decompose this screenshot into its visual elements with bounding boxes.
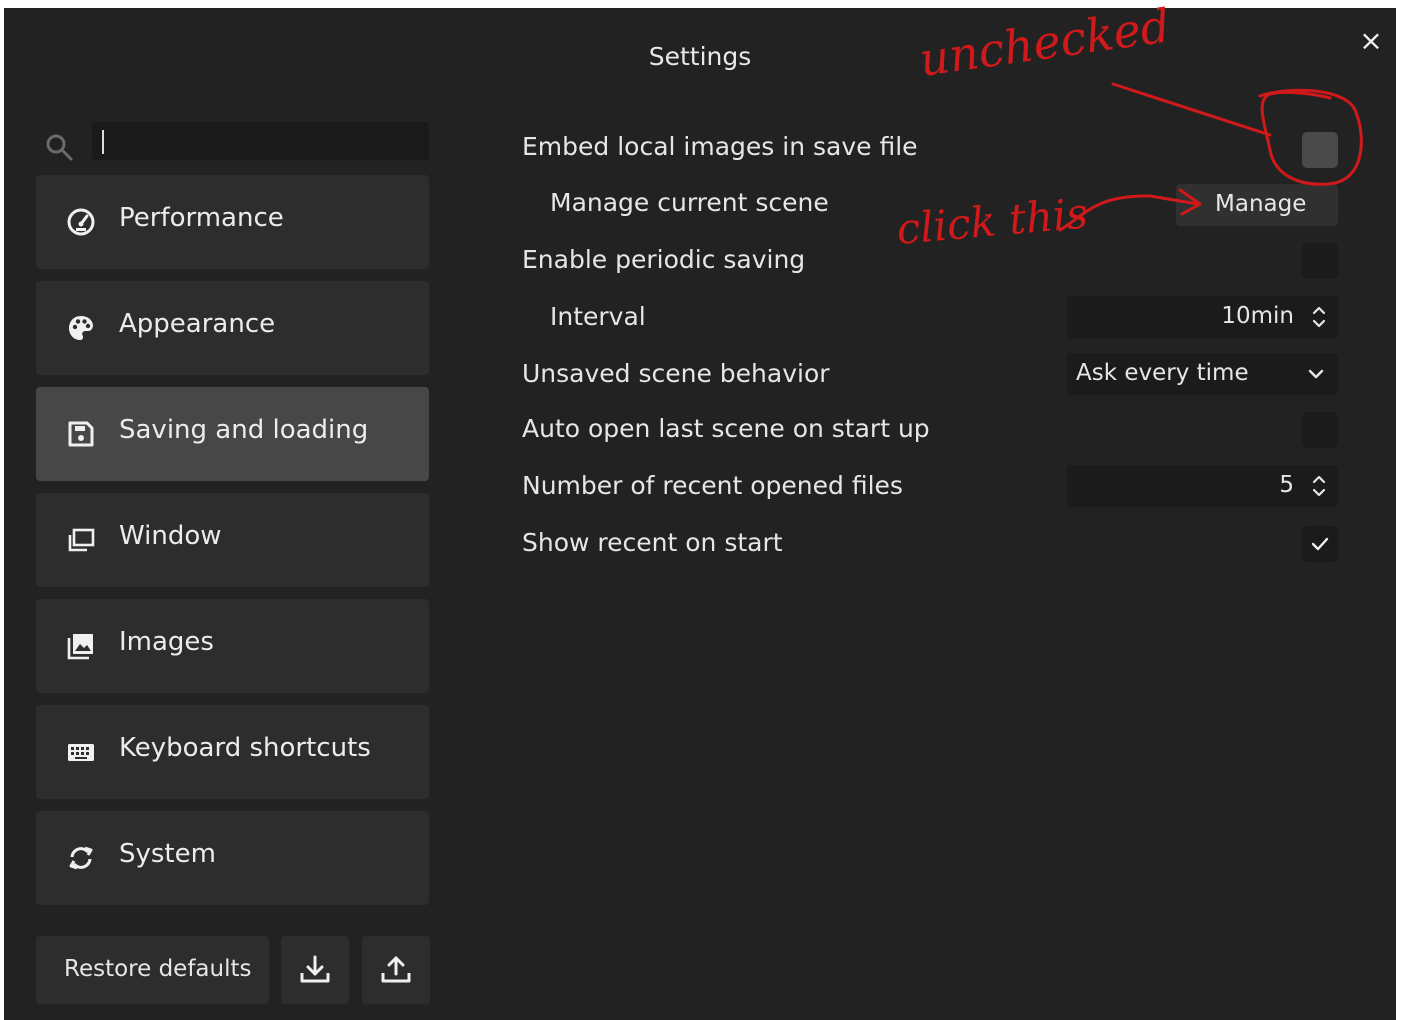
close-button[interactable]: × [1356, 26, 1386, 56]
spinner-arrows-icon[interactable] [1310, 302, 1328, 332]
window-icon [68, 528, 95, 552]
periodic-saving-label: Enable periodic saving [522, 245, 806, 274]
interval-value: 10min [1221, 303, 1294, 329]
images-icon [67, 634, 93, 660]
dialog-title: Settings [648, 42, 752, 71]
save-icon [68, 421, 94, 447]
settings-dialog: Settings × Performance Appearance Saving… [4, 8, 1396, 1020]
unsaved-behavior-select[interactable]: Ask every time [1067, 353, 1338, 395]
sidebar-item-label: Performance [119, 203, 284, 233]
interval-spinbox[interactable]: 10min [1067, 296, 1338, 338]
periodic-saving-checkbox[interactable] [1302, 243, 1338, 279]
sidebar-item-keyboard-shortcuts[interactable]: Keyboard shortcuts [36, 705, 429, 799]
restore-defaults-label: Restore defaults [64, 956, 252, 982]
import-button[interactable] [281, 936, 349, 1004]
recent-files-label: Number of recent opened files [522, 471, 903, 500]
keyboard-icon [68, 744, 94, 761]
show-recent-label: Show recent on start [522, 528, 783, 557]
sidebar-item-system[interactable]: System [36, 811, 429, 905]
manage-button-label: Manage [1215, 191, 1307, 217]
search-icon [46, 134, 73, 161]
spinner-arrows-icon[interactable] [1310, 471, 1328, 501]
sidebar-item-label: Images [119, 627, 214, 657]
recent-files-value: 5 [1279, 472, 1294, 498]
download-icon [300, 955, 330, 983]
interval-label: Interval [550, 302, 646, 331]
chevron-down-icon [1308, 369, 1324, 379]
auto-open-label: Auto open last scene on start up [522, 414, 930, 443]
sidebar-item-saving-and-loading[interactable]: Saving and loading [36, 387, 429, 481]
palette-icon [69, 316, 93, 340]
auto-open-checkbox[interactable] [1302, 412, 1338, 448]
sidebar-item-appearance[interactable]: Appearance [36, 281, 429, 375]
embed-images-checkbox[interactable] [1302, 132, 1338, 168]
manage-button[interactable]: Manage [1176, 184, 1338, 226]
gauge-icon [67, 208, 95, 236]
checkmark-icon [1311, 537, 1329, 551]
sidebar-item-performance[interactable]: Performance [36, 175, 429, 269]
sidebar-item-window[interactable]: Window [36, 493, 429, 587]
export-button[interactable] [362, 936, 430, 1004]
manage-scene-label: Manage current scene [550, 188, 829, 217]
sidebar-item-images[interactable]: Images [36, 599, 429, 693]
recent-files-spinbox[interactable]: 5 [1067, 465, 1338, 507]
sidebar-item-label: System [119, 839, 216, 869]
sidebar-item-label: Appearance [119, 309, 276, 339]
unsaved-behavior-label: Unsaved scene behavior [522, 359, 830, 388]
sidebar-item-label: Window [119, 521, 222, 551]
embed-images-label: Embed local images in save file [522, 132, 918, 161]
unsaved-behavior-value: Ask every time [1076, 360, 1249, 386]
sidebar-item-label: Saving and loading [119, 415, 369, 445]
sync-icon [69, 846, 93, 870]
show-recent-checkbox[interactable] [1302, 526, 1338, 562]
text-caret [102, 130, 104, 154]
search-input[interactable] [92, 122, 429, 160]
sidebar-item-label: Keyboard shortcuts [119, 733, 371, 763]
upload-icon [381, 956, 411, 983]
restore-defaults-button[interactable]: Restore defaults [36, 936, 269, 1004]
